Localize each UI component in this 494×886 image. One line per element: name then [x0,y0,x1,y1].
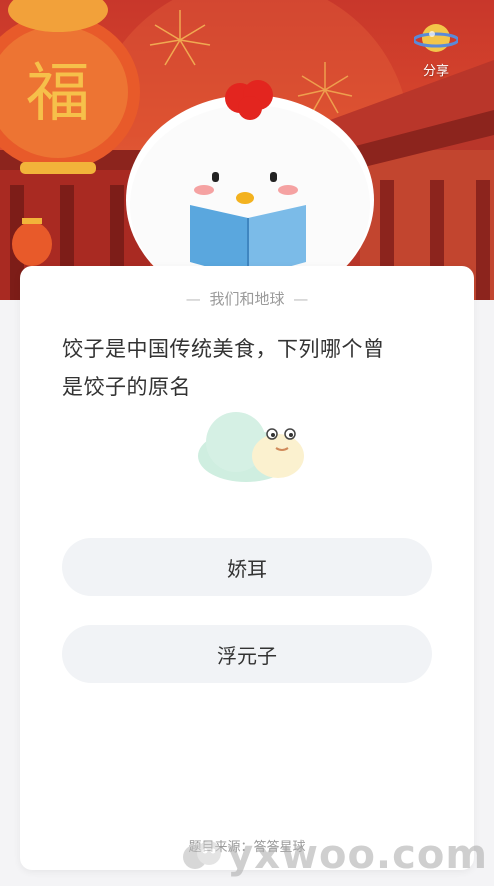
question-line-1: 饺子是中国传统美食，下列哪个曾 [62,337,385,361]
answer-option-2-label: 浮元子 [217,643,277,668]
category-dash-left: — [185,290,201,308]
category-text: 我们和地球 [209,290,285,308]
site-watermark: yxwoo.com [181,832,488,878]
answer-option-2[interactable]: 浮元子 [62,625,432,683]
answer-option-1[interactable]: 娇耳 [62,538,432,596]
question-text: 饺子是中国传统美食，下列哪个曾 是饺子的原名 [62,330,444,406]
watermark-text: yxwoo.com [227,832,488,878]
festive-banner: 福 分享 [0,0,494,300]
category-label: — 我们和地球 — [20,288,474,309]
snail-mascot-icon [198,412,304,482]
share-planet-icon [414,24,458,52]
quiz-page: 福 分享 — 我们和地球 — 饺子是中国传统美食，下列哪个曾 是饺子的原名 娇耳… [0,0,494,886]
question-card: — 我们和地球 — 饺子是中国传统美食，下列哪个曾 是饺子的原名 娇耳 浮元子 … [20,266,474,870]
category-dash-right: — [293,290,309,308]
question-line-2: 是饺子的原名 [62,375,191,399]
lantern-fu-text: 福 [26,57,90,131]
share-label: 分享 [422,64,449,79]
share-button[interactable]: 分享 [406,8,466,79]
watermark-logo-icon [183,841,222,869]
answer-option-1-label: 娇耳 [227,556,267,581]
